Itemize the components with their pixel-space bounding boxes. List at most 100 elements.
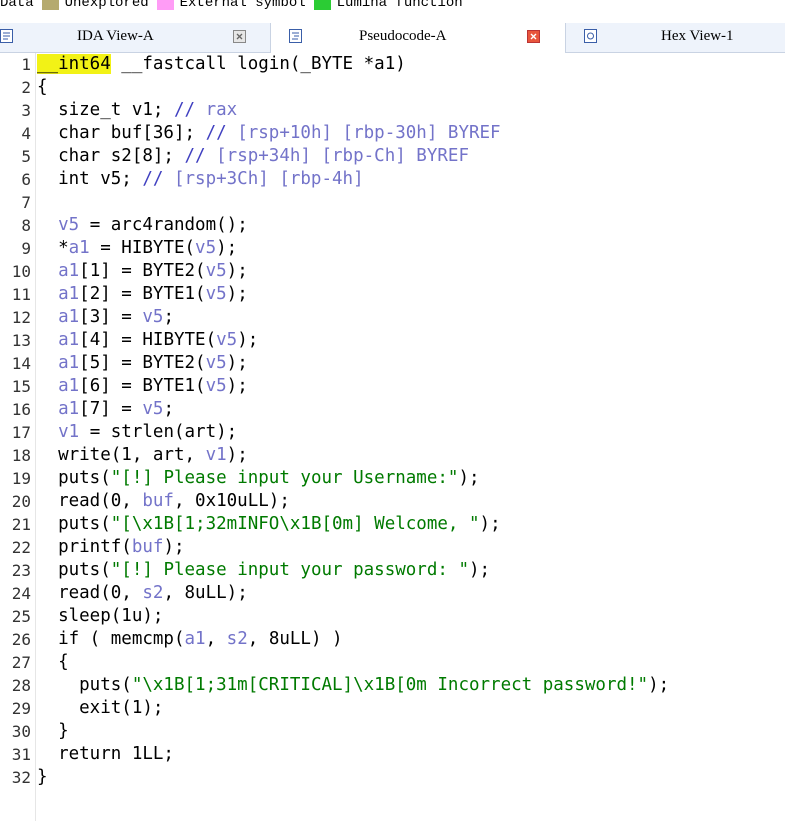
code-token: = arc4random(); bbox=[79, 215, 248, 235]
code-token: return 1LL; bbox=[37, 744, 174, 764]
pseudocode-icon bbox=[289, 29, 302, 43]
code-text: a1[6] = BYTE1(v5); bbox=[37, 375, 248, 398]
string-literal: "\x1B[1;31m[CRITICAL]\x1B[0m Incorrect p… bbox=[131, 675, 649, 695]
code-token: ); bbox=[226, 353, 248, 373]
code-line[interactable]: 19 puts("[!] Please input your Username:… bbox=[0, 467, 785, 490]
code-line[interactable]: 26 if ( memcmp(a1, s2, 8uLL) ) bbox=[0, 628, 785, 651]
variable-token: a1 bbox=[68, 238, 90, 258]
code-token: ); bbox=[479, 514, 501, 534]
line-number: 14 bbox=[11, 354, 31, 373]
code-line[interactable]: 6 int v5; // [rsp+3Ch] [rbp-4h] bbox=[0, 168, 785, 191]
code-token: ); bbox=[163, 537, 185, 557]
code-text: a1[7] = v5; bbox=[37, 398, 174, 421]
comment-token: // bbox=[184, 146, 217, 166]
line-number: 2 bbox=[21, 78, 31, 97]
code-text: { bbox=[37, 651, 69, 674]
variable-token: buf bbox=[142, 491, 174, 511]
code-token: sleep(1u); bbox=[37, 606, 164, 626]
code-text: read(0, buf, 0x10uLL); bbox=[37, 490, 290, 513]
code-line[interactable]: 9 *a1 = HIBYTE(v5); bbox=[0, 237, 785, 260]
code-line[interactable]: 3 size_t v1; // rax bbox=[0, 99, 785, 122]
code-line[interactable]: 13 a1[4] = HIBYTE(v5); bbox=[0, 329, 785, 352]
code-token: ); bbox=[216, 238, 238, 258]
legend-swatch bbox=[313, 0, 331, 10]
code-line[interactable]: 15 a1[6] = BYTE1(v5); bbox=[0, 375, 785, 398]
code-line[interactable]: 12 a1[3] = v5; bbox=[0, 306, 785, 329]
code-token: } bbox=[37, 721, 69, 741]
line-number: 21 bbox=[11, 515, 31, 534]
legend-label: Data bbox=[0, 0, 34, 11]
line-number: 30 bbox=[11, 722, 31, 741]
code-line[interactable]: 28 puts("\x1B[1;31m[CRITICAL]\x1B[0m Inc… bbox=[0, 674, 785, 697]
code-line[interactable]: 25 sleep(1u); bbox=[0, 605, 785, 628]
code-line[interactable]: 8 v5 = arc4random(); bbox=[0, 214, 785, 237]
pseudocode-view[interactable]: 1 __int64 __fastcall login(_BYTE *a1) 2{3 … bbox=[0, 53, 785, 821]
variable-token: v5 bbox=[205, 284, 227, 304]
code-token: ); bbox=[237, 330, 259, 350]
code-token: write(1, art, bbox=[37, 445, 206, 465]
tab-hex-view-1[interactable]: Hex View-1 bbox=[568, 23, 785, 52]
legend-item-lumina-function: Lumina function bbox=[306, 0, 463, 11]
variable-token: v5 bbox=[205, 261, 227, 281]
code-text: } bbox=[37, 766, 48, 789]
code-line[interactable]: 23 puts("[!] Please input your password:… bbox=[0, 559, 785, 582]
variable-token: v1 bbox=[37, 422, 80, 442]
line-number: 3 bbox=[21, 101, 31, 120]
tab-bar: IDA View-A Pseudocode-A Hex View-1 bbox=[0, 23, 785, 53]
line-number: 18 bbox=[11, 446, 31, 465]
code-token: , bbox=[205, 629, 227, 649]
code-line[interactable]: 10 a1[1] = BYTE2(v5); bbox=[0, 260, 785, 283]
code-token: ); bbox=[648, 675, 670, 695]
code-line[interactable]: 32} bbox=[0, 766, 785, 789]
variable-token: v5 bbox=[195, 238, 217, 258]
code-token: __fastcall login(_BYTE *a1) bbox=[110, 54, 406, 74]
code-text: return 1LL; bbox=[37, 743, 174, 766]
tab-ida-view-a[interactable]: IDA View-A bbox=[0, 23, 268, 52]
code-line[interactable]: 11 a1[2] = BYTE1(v5); bbox=[0, 283, 785, 306]
code-line[interactable]: 21 puts("[\x1B[1;32mINFO\x1B[0m] Welcome… bbox=[0, 513, 785, 536]
code-line[interactable]: 22 printf(buf); bbox=[0, 536, 785, 559]
code-line[interactable]: 17 v1 = strlen(art); bbox=[0, 421, 785, 444]
variable-token: a1 bbox=[37, 353, 80, 373]
variable-token: a1 bbox=[37, 284, 80, 304]
code-token: ; bbox=[163, 399, 174, 419]
legend-item-external-symbol: External symbol bbox=[149, 0, 306, 11]
code-line[interactable]: 27 { bbox=[0, 651, 785, 674]
code-token: { bbox=[37, 652, 69, 672]
comment-token: // bbox=[142, 169, 174, 189]
code-text: a1[2] = BYTE1(v5); bbox=[37, 283, 248, 306]
line-number: 26 bbox=[11, 630, 31, 649]
code-token: [7] = bbox=[79, 399, 143, 419]
code-line[interactable]: 16 a1[7] = v5; bbox=[0, 398, 785, 421]
variable-token: a1 bbox=[37, 376, 80, 396]
code-token: , 8uLL) ) bbox=[247, 629, 343, 649]
variable-token: a1 bbox=[37, 261, 80, 281]
code-token: ); bbox=[469, 560, 491, 580]
code-line[interactable]: 4 char buf[36]; // [rsp+10h] [rbp-30h] B… bbox=[0, 122, 785, 145]
code-line[interactable]: 1 __int64 __fastcall login(_BYTE *a1) bbox=[0, 53, 785, 76]
line-number: 28 bbox=[11, 676, 31, 695]
legend-swatch bbox=[156, 0, 174, 10]
tab-label: IDA View-A bbox=[77, 28, 154, 44]
code-line[interactable]: 31 return 1LL; bbox=[0, 743, 785, 766]
code-line[interactable]: 24 read(0, s2, 8uLL); bbox=[0, 582, 785, 605]
code-token: puts( bbox=[37, 560, 111, 580]
close-icon[interactable] bbox=[233, 30, 246, 43]
tab-pseudocode-a[interactable]: Pseudocode-A bbox=[270, 23, 566, 53]
code-line[interactable]: 29 exit(1); bbox=[0, 697, 785, 720]
close-icon[interactable] bbox=[527, 30, 540, 43]
code-line[interactable]: 7 bbox=[0, 191, 785, 214]
line-number: 8 bbox=[21, 216, 31, 235]
code-line[interactable]: 14 a1[5] = BYTE2(v5); bbox=[0, 352, 785, 375]
code-text: puts("\x1B[1;31m[CRITICAL]\x1B[0m Incorr… bbox=[37, 674, 669, 697]
variable-token: v5 bbox=[142, 307, 164, 327]
line-number: 4 bbox=[21, 124, 31, 143]
code-token: if ( memcmp( bbox=[37, 629, 185, 649]
code-line[interactable]: 18 write(1, art, v1); bbox=[0, 444, 785, 467]
code-line[interactable]: 30 } bbox=[0, 720, 785, 743]
code-text: { bbox=[37, 76, 48, 99]
code-line[interactable]: 20 read(0, buf, 0x10uLL); bbox=[0, 490, 785, 513]
code-line[interactable]: 2{ bbox=[0, 76, 785, 99]
legend-swatch bbox=[41, 0, 59, 10]
code-line[interactable]: 5 char s2[8]; // [rsp+34h] [rbp-Ch] BYRE… bbox=[0, 145, 785, 168]
